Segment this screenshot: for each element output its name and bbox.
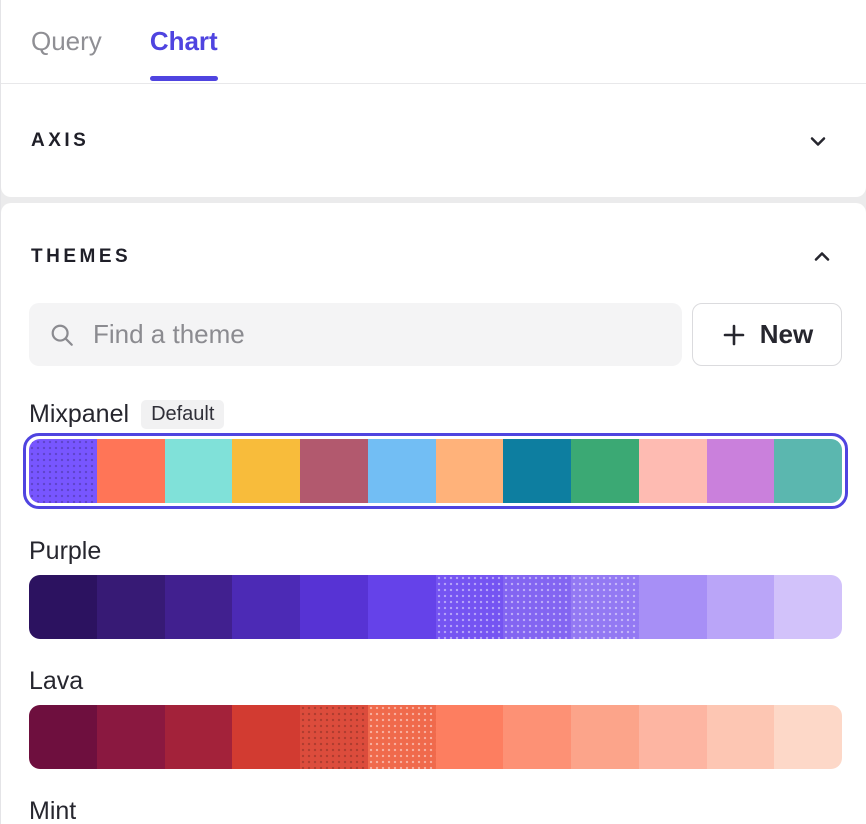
new-theme-button-label: New [760, 319, 813, 350]
theme-row: Mixpanel Default [29, 398, 842, 509]
swatch[interactable] [165, 439, 233, 503]
theme-row: Lava [29, 665, 842, 769]
swatch[interactable] [503, 575, 571, 639]
theme-row: Mint [29, 795, 842, 824]
swatch[interactable] [436, 575, 504, 639]
swatch[interactable] [436, 439, 504, 503]
theme-search-row: New [29, 303, 842, 366]
chevron-down-icon[interactable] [806, 129, 830, 153]
swatch[interactable] [774, 439, 842, 503]
swatch[interactable] [707, 439, 775, 503]
theme-name: Purple [29, 537, 101, 566]
axis-section-header[interactable]: AXIS [1, 84, 866, 197]
swatch[interactable] [97, 705, 165, 769]
swatch[interactable] [707, 705, 775, 769]
swatch[interactable] [232, 439, 300, 503]
swatch[interactable] [774, 705, 842, 769]
new-theme-button[interactable]: New [692, 303, 842, 366]
swatch[interactable] [29, 439, 97, 503]
swatch[interactable] [639, 575, 707, 639]
swatch[interactable] [503, 439, 571, 503]
theme-name: Mint [29, 797, 76, 824]
theme-default-badge: Default [141, 400, 224, 429]
plus-icon [721, 322, 747, 348]
swatch[interactable] [571, 705, 639, 769]
swatch[interactable] [368, 439, 436, 503]
theme-row: Purple [29, 535, 842, 639]
swatch[interactable] [97, 439, 165, 503]
theme-swatch-strip[interactable] [29, 575, 842, 639]
tab-query-label: Query [31, 26, 102, 57]
swatch[interactable] [368, 575, 436, 639]
themes-section: THEMES New [1, 203, 866, 824]
swatch[interactable] [232, 575, 300, 639]
axis-section-title: AXIS [31, 130, 89, 152]
swatch[interactable] [300, 439, 368, 503]
tab-chart[interactable]: Chart [150, 0, 218, 83]
theme-name: Lava [29, 667, 83, 696]
tab-chart-label: Chart [150, 26, 218, 57]
theme-search-box[interactable] [29, 303, 682, 366]
swatch[interactable] [300, 705, 368, 769]
swatch[interactable] [639, 705, 707, 769]
theme-search-input[interactable] [93, 319, 662, 350]
swatch[interactable] [29, 575, 97, 639]
theme-swatch-strip[interactable] [29, 705, 842, 769]
swatch[interactable] [436, 705, 504, 769]
swatch[interactable] [639, 439, 707, 503]
theme-swatch-ring [23, 433, 848, 509]
swatch[interactable] [774, 575, 842, 639]
tab-query[interactable]: Query [31, 0, 102, 83]
swatch[interactable] [232, 705, 300, 769]
theme-swatch-strip[interactable] [29, 439, 842, 503]
swatch[interactable] [165, 575, 233, 639]
theme-name: Mixpanel [29, 400, 129, 429]
swatch[interactable] [97, 575, 165, 639]
chart-settings-panel: Query Chart AXIS THEMES [1, 0, 866, 824]
swatch[interactable] [571, 439, 639, 503]
swatch[interactable] [300, 575, 368, 639]
themes-section-title: THEMES [31, 246, 131, 268]
search-icon [49, 321, 75, 349]
chevron-up-icon[interactable] [810, 245, 834, 269]
themes-section-header[interactable]: THEMES [29, 203, 842, 281]
swatch[interactable] [503, 705, 571, 769]
swatch[interactable] [707, 575, 775, 639]
swatch[interactable] [368, 705, 436, 769]
swatch[interactable] [29, 705, 97, 769]
swatch[interactable] [571, 575, 639, 639]
tabbar: Query Chart [1, 0, 866, 84]
swatch[interactable] [165, 705, 233, 769]
